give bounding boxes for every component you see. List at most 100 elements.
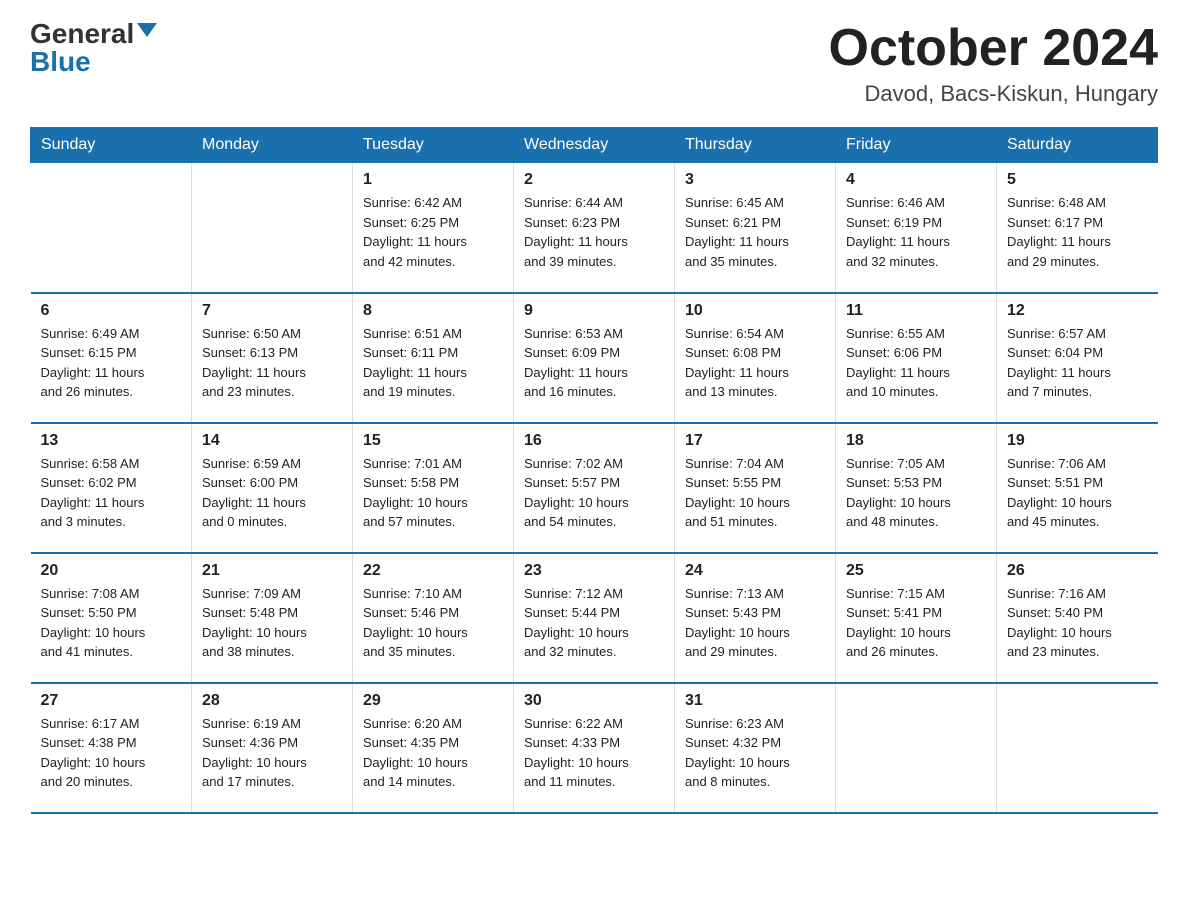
day-info: Sunrise: 7:01 AM Sunset: 5:58 PM Dayligh… [363, 454, 503, 532]
day-info: Sunrise: 7:04 AM Sunset: 5:55 PM Dayligh… [685, 454, 825, 532]
day-number: 22 [363, 562, 503, 580]
logo-general-text: General [30, 20, 134, 48]
week-row-1: 1 Sunrise: 6:42 AM Sunset: 6:25 PM Daylig… [31, 163, 1158, 293]
calendar-cell: 10 Sunrise: 6:54 AM Sunset: 6:08 PM Dayli… [675, 293, 836, 423]
header-monday: Monday [192, 128, 353, 163]
calendar-cell: 5 Sunrise: 6:48 AM Sunset: 6:17 PM Daylig… [997, 163, 1158, 293]
day-info: Sunrise: 7:16 AM Sunset: 5:40 PM Dayligh… [1007, 584, 1148, 662]
day-number: 16 [524, 432, 664, 450]
calendar-cell: 25 Sunrise: 7:15 AM Sunset: 5:41 PM Dayli… [836, 553, 997, 683]
header-tuesday: Tuesday [353, 128, 514, 163]
calendar-cell: 29Sunrise: 6:20 AM Sunset: 4:35 PM Dayli… [353, 683, 514, 813]
day-number: 27 [41, 692, 182, 710]
calendar-cell: 17 Sunrise: 7:04 AM Sunset: 5:55 PM Dayli… [675, 423, 836, 553]
day-number: 31 [685, 692, 825, 710]
calendar-cell: 1 Sunrise: 6:42 AM Sunset: 6:25 PM Daylig… [353, 163, 514, 293]
day-info: Sunrise: 6:50 AM Sunset: 6:13 PM Dayligh… [202, 324, 342, 402]
day-info: Sunrise: 7:13 AM Sunset: 5:43 PM Dayligh… [685, 584, 825, 662]
day-info: Sunrise: 6:53 AM Sunset: 6:09 PM Dayligh… [524, 324, 664, 402]
day-number: 2 [524, 171, 664, 189]
day-info: Sunrise: 6:44 AM Sunset: 6:23 PM Dayligh… [524, 193, 664, 271]
header-sunday: Sunday [31, 128, 192, 163]
day-info: Sunrise: 6:22 AM Sunset: 4:33 PM Dayligh… [524, 714, 664, 792]
calendar-cell: 13 Sunrise: 6:58 AM Sunset: 6:02 PM Dayli… [31, 423, 192, 553]
calendar-cell: 22 Sunrise: 7:10 AM Sunset: 5:46 PM Dayli… [353, 553, 514, 683]
calendar-cell: 7 Sunrise: 6:50 AM Sunset: 6:13 PM Daylig… [192, 293, 353, 423]
day-info: Sunrise: 6:20 AM Sunset: 4:35 PM Dayligh… [363, 714, 503, 792]
day-info: Sunrise: 7:12 AM Sunset: 5:44 PM Dayligh… [524, 584, 664, 662]
day-number: 10 [685, 302, 825, 320]
day-info: Sunrise: 6:19 AM Sunset: 4:36 PM Dayligh… [202, 714, 342, 792]
day-number: 6 [41, 302, 182, 320]
day-number: 21 [202, 562, 342, 580]
calendar-cell: 9 Sunrise: 6:53 AM Sunset: 6:09 PM Daylig… [514, 293, 675, 423]
day-info: Sunrise: 7:09 AM Sunset: 5:48 PM Dayligh… [202, 584, 342, 662]
calendar-table: SundayMondayTuesdayWednesdayThursdayFrid… [30, 127, 1158, 814]
title-area: October 2024 Davod, Bacs-Kiskun, Hungary [829, 20, 1159, 107]
day-info: Sunrise: 6:45 AM Sunset: 6:21 PM Dayligh… [685, 193, 825, 271]
calendar-cell: 6 Sunrise: 6:49 AM Sunset: 6:15 PM Daylig… [31, 293, 192, 423]
day-number: 12 [1007, 302, 1148, 320]
day-number: 3 [685, 171, 825, 189]
calendar-cell [836, 683, 997, 813]
day-number: 19 [1007, 432, 1148, 450]
header-saturday: Saturday [997, 128, 1158, 163]
calendar-cell: 28 Sunrise: 6:19 AM Sunset: 4:36 PM Dayli… [192, 683, 353, 813]
calendar-cell [997, 683, 1158, 813]
calendar-cell [192, 163, 353, 293]
page-header: General Blue October 2024 Davod, Bacs-Ki… [30, 20, 1158, 107]
calendar-cell: 27Sunrise: 6:17 AM Sunset: 4:38 PM Dayli… [31, 683, 192, 813]
calendar-cell: 3 Sunrise: 6:45 AM Sunset: 6:21 PM Daylig… [675, 163, 836, 293]
day-number: 5 [1007, 171, 1148, 189]
day-info: Sunrise: 6:46 AM Sunset: 6:19 PM Dayligh… [846, 193, 986, 271]
day-number: 17 [685, 432, 825, 450]
day-info: Sunrise: 7:10 AM Sunset: 5:46 PM Dayligh… [363, 584, 503, 662]
day-number: 9 [524, 302, 664, 320]
calendar-cell: 15 Sunrise: 7:01 AM Sunset: 5:58 PM Dayli… [353, 423, 514, 553]
calendar-cell: 19 Sunrise: 7:06 AM Sunset: 5:51 PM Dayli… [997, 423, 1158, 553]
day-number: 4 [846, 171, 986, 189]
month-title: October 2024 [829, 20, 1159, 77]
day-number: 20 [41, 562, 182, 580]
location-subtitle: Davod, Bacs-Kiskun, Hungary [829, 81, 1159, 107]
calendar-cell: 30 Sunrise: 6:22 AM Sunset: 4:33 PM Dayli… [514, 683, 675, 813]
calendar-cell: 12Sunrise: 6:57 AM Sunset: 6:04 PM Dayli… [997, 293, 1158, 423]
calendar-cell: 24 Sunrise: 7:13 AM Sunset: 5:43 PM Dayli… [675, 553, 836, 683]
calendar-cell [31, 163, 192, 293]
calendar-cell: 20 Sunrise: 7:08 AM Sunset: 5:50 PM Dayli… [31, 553, 192, 683]
day-info: Sunrise: 6:54 AM Sunset: 6:08 PM Dayligh… [685, 324, 825, 402]
day-number: 30 [524, 692, 664, 710]
week-row-3: 13 Sunrise: 6:58 AM Sunset: 6:02 PM Dayli… [31, 423, 1158, 553]
header-wednesday: Wednesday [514, 128, 675, 163]
day-number: 1 [363, 171, 503, 189]
day-info: Sunrise: 7:06 AM Sunset: 5:51 PM Dayligh… [1007, 454, 1148, 532]
calendar-cell: 2 Sunrise: 6:44 AM Sunset: 6:23 PM Daylig… [514, 163, 675, 293]
day-info: Sunrise: 7:08 AM Sunset: 5:50 PM Dayligh… [41, 584, 182, 662]
day-info: Sunrise: 6:23 AM Sunset: 4:32 PM Dayligh… [685, 714, 825, 792]
calendar-header-row: SundayMondayTuesdayWednesdayThursdayFrid… [31, 128, 1158, 163]
day-info: Sunrise: 6:49 AM Sunset: 6:15 PM Dayligh… [41, 324, 182, 402]
day-info: Sunrise: 6:58 AM Sunset: 6:02 PM Dayligh… [41, 454, 182, 532]
day-info: Sunrise: 6:59 AM Sunset: 6:00 PM Dayligh… [202, 454, 342, 532]
calendar-cell: 16Sunrise: 7:02 AM Sunset: 5:57 PM Dayli… [514, 423, 675, 553]
day-number: 24 [685, 562, 825, 580]
day-info: Sunrise: 7:15 AM Sunset: 5:41 PM Dayligh… [846, 584, 986, 662]
day-info: Sunrise: 6:48 AM Sunset: 6:17 PM Dayligh… [1007, 193, 1148, 271]
day-number: 7 [202, 302, 342, 320]
day-number: 13 [41, 432, 182, 450]
day-number: 15 [363, 432, 503, 450]
day-number: 26 [1007, 562, 1148, 580]
logo-triangle-icon [137, 23, 157, 37]
day-info: Sunrise: 6:51 AM Sunset: 6:11 PM Dayligh… [363, 324, 503, 402]
calendar-cell: 14Sunrise: 6:59 AM Sunset: 6:00 PM Dayli… [192, 423, 353, 553]
day-info: Sunrise: 6:42 AM Sunset: 6:25 PM Dayligh… [363, 193, 503, 271]
week-row-2: 6 Sunrise: 6:49 AM Sunset: 6:15 PM Daylig… [31, 293, 1158, 423]
calendar-cell: 23Sunrise: 7:12 AM Sunset: 5:44 PM Dayli… [514, 553, 675, 683]
day-info: Sunrise: 6:55 AM Sunset: 6:06 PM Dayligh… [846, 324, 986, 402]
calendar-cell: 21 Sunrise: 7:09 AM Sunset: 5:48 PM Dayli… [192, 553, 353, 683]
calendar-cell: 11Sunrise: 6:55 AM Sunset: 6:06 PM Dayli… [836, 293, 997, 423]
day-number: 25 [846, 562, 986, 580]
day-info: Sunrise: 7:05 AM Sunset: 5:53 PM Dayligh… [846, 454, 986, 532]
day-number: 28 [202, 692, 342, 710]
week-row-4: 20 Sunrise: 7:08 AM Sunset: 5:50 PM Dayli… [31, 553, 1158, 683]
